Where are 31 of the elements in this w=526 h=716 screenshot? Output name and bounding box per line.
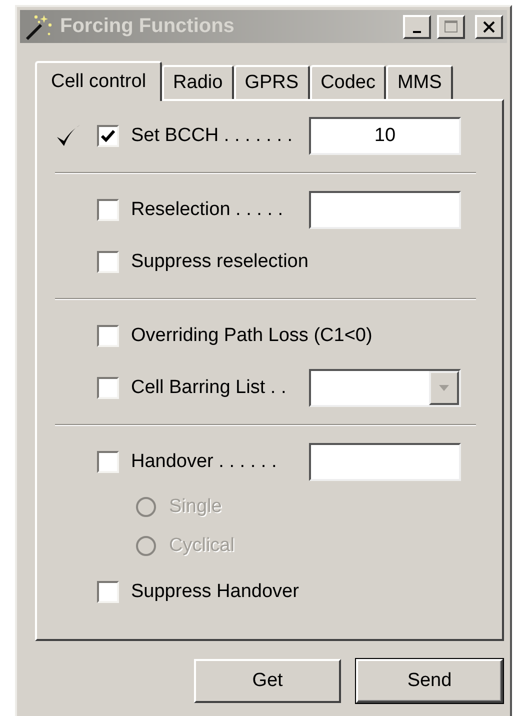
checkbox-label: Reselection . . . . . — [131, 199, 284, 221]
tab[interactable]: Codec — [310, 65, 386, 99]
checkbox-label: Handover . . . . . . — [131, 451, 278, 473]
tab[interactable]: MMS — [386, 65, 453, 99]
checkbox[interactable] — [97, 251, 119, 273]
dropdown-arrow-icon — [438, 384, 450, 392]
check-icon — [101, 130, 115, 142]
dropdown[interactable] — [309, 369, 461, 407]
tab[interactable]: Radio — [162, 65, 234, 99]
checkbox[interactable] — [97, 125, 119, 147]
checkbox-label: Suppress reselection — [131, 251, 308, 273]
dialog-button[interactable]: Send — [356, 659, 503, 703]
minimize-icon — [413, 30, 421, 32]
checkbox[interactable] — [97, 325, 119, 347]
checkbox-label: Set BCCH . . . . . . . — [131, 125, 294, 147]
checkbox-label: Cell Barring List . . — [131, 377, 288, 399]
input-field[interactable] — [309, 191, 461, 229]
maximize-icon — [444, 20, 458, 33]
close-icon — [483, 20, 495, 32]
checkbox[interactable] — [97, 581, 119, 603]
checkbox[interactable] — [97, 377, 119, 399]
checkbox[interactable] — [97, 451, 119, 473]
dialog-button[interactable]: Get — [194, 659, 341, 703]
input-field[interactable]: 10 — [309, 117, 461, 155]
checkbox[interactable] — [97, 199, 119, 221]
input-field[interactable] — [309, 443, 461, 481]
checkbox-label: Suppress Handover — [131, 581, 299, 603]
window-title: Forcing Functions — [60, 15, 236, 38]
tab[interactable]: GPRS — [234, 65, 310, 99]
tab[interactable]: Cell control — [35, 61, 162, 101]
checkbox-label: Overriding Path Loss (C1<0) — [131, 325, 372, 347]
